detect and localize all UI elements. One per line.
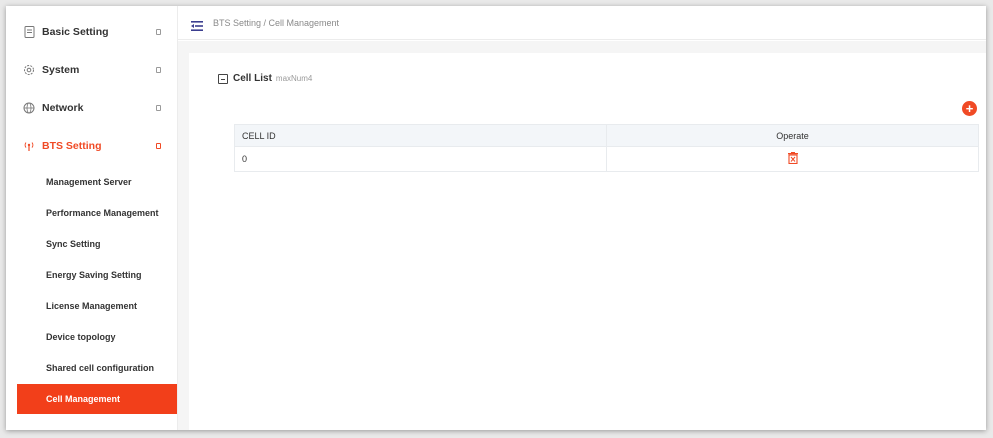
sidebar-subitem-label: Performance Management [46,208,159,218]
cell-list-card: Cell List maxNum4 + CELL ID Operate 0 [189,53,986,430]
plus-icon: + [965,100,974,116]
chevron-icon [156,29,161,35]
sidebar-item-basic-setting[interactable]: Basic Setting [6,13,178,51]
sidebar-item-label: System [42,64,80,76]
column-header-operate: Operate [606,124,979,147]
sidebar-item-label: Network [42,102,84,114]
sidebar-subitem-label: Energy Saving Setting [46,270,142,280]
header-bar: BTS Setting / Cell Management [178,6,986,40]
antenna-icon [23,140,35,152]
sidebar-subitem-license-management[interactable]: License Management [17,291,177,321]
operate-cell [606,146,979,172]
sidebar-item-network[interactable]: Network [6,89,178,127]
max-count-label: maxNum4 [275,74,313,83]
cell-list-header: Cell List maxNum4 [218,73,312,84]
sidebar-subitem-sync-setting[interactable]: Sync Setting [17,229,177,259]
chevron-icon [156,105,161,111]
main-content: Cell List maxNum4 + CELL ID Operate 0 [178,41,986,430]
sidebar-item-system[interactable]: System [6,51,178,89]
sidebar-subitem-shared-cell-configuration[interactable]: Shared cell configuration [17,353,177,383]
delete-icon[interactable] [787,152,799,165]
sidebar-subitem-label: Shared cell configuration [46,363,155,373]
sidebar-subitem-performance-management[interactable]: Performance Management [17,198,177,228]
sidebar-item-bts-setting[interactable]: BTS Setting [6,127,178,165]
sidebar-subitem-label: Management Server [46,177,132,187]
breadcrumb: BTS Setting / Cell Management [213,17,340,28]
sidebar-subitem-management-server[interactable]: Management Server [17,167,177,197]
column-header-cell-id: CELL ID [234,124,607,147]
app-window: Basic Setting System Network BTS Setting [6,6,986,430]
document-icon [23,26,35,38]
collapse-toggle-icon[interactable] [218,73,228,84]
cell-table: CELL ID Operate 0 [234,124,979,172]
sidebar-subitem-label: Cell Management [46,394,121,404]
sidebar-subitem-cell-management[interactable]: Cell Management [17,384,177,414]
sidebar: Basic Setting System Network BTS Setting [6,6,178,430]
add-cell-button[interactable]: + [962,101,977,116]
table-row: 0 [234,146,979,172]
gear-icon [23,64,35,76]
globe-icon [23,102,35,114]
cell-id-value: 0 [234,146,607,172]
sidebar-subitem-device-topology[interactable]: Device topology [17,322,177,352]
section-title: Cell List [233,73,272,84]
chevron-icon [156,67,161,73]
sidebar-subitem-label: Sync Setting [46,239,101,249]
menu-collapse-icon[interactable] [191,18,203,31]
sidebar-item-label: BTS Setting [42,140,102,152]
sidebar-subitem-label: Device topology [46,332,116,342]
sidebar-item-label: Basic Setting [42,26,109,38]
table-header-row: CELL ID Operate [234,124,979,147]
sidebar-subitem-energy-saving-setting[interactable]: Energy Saving Setting [17,260,177,290]
chevron-icon [156,143,161,149]
sidebar-subitem-label: License Management [46,301,138,311]
